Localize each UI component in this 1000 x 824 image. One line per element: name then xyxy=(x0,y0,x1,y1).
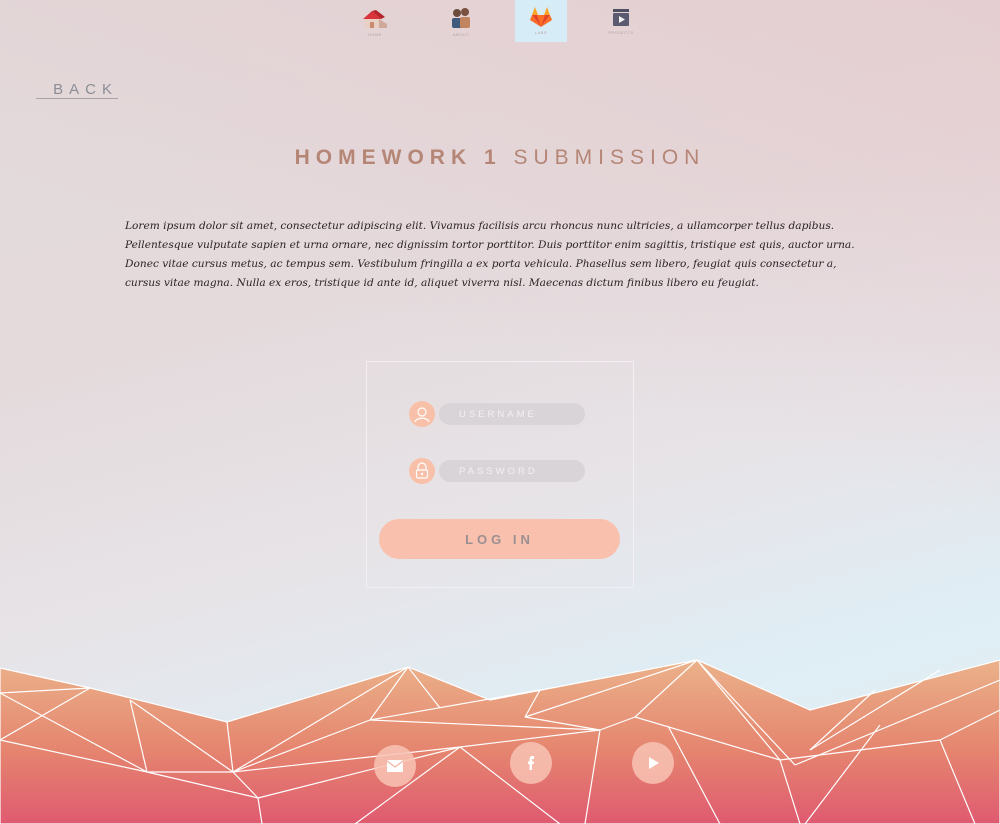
nav-label-home: Home xyxy=(368,32,382,37)
login-button[interactable]: LOG IN xyxy=(379,519,620,559)
mail-icon xyxy=(386,760,404,772)
nav-label-labs: Labs xyxy=(534,30,548,35)
facebook-icon xyxy=(528,756,534,770)
user-icon xyxy=(409,401,435,427)
mail-button[interactable] xyxy=(374,745,416,787)
nav-label-about: About xyxy=(452,32,470,37)
youtube-play-icon xyxy=(649,757,659,769)
password-input[interactable] xyxy=(439,460,585,482)
page-title: HOMEWORK 1 SUBMISSION xyxy=(0,146,1000,170)
people-icon xyxy=(452,8,470,28)
description-text: Lorem ipsum dolor sit amet, consectetur … xyxy=(125,217,885,293)
description-line: Pellentesque vulputate sapien et urna or… xyxy=(125,239,855,251)
gitlab-fox-icon xyxy=(530,7,552,27)
nav-item-home[interactable]: Home xyxy=(349,0,401,42)
page-title-part1: HOMEWORK 1 xyxy=(294,146,502,169)
description-line: Donec vitae cursus metus, ac tempus sem.… xyxy=(125,258,837,270)
youtube-button[interactable] xyxy=(632,742,674,784)
login-form: LOG IN xyxy=(366,361,634,588)
description-line: Lorem ipsum dolor sit amet, consectetur … xyxy=(125,220,835,232)
facebook-button[interactable] xyxy=(510,742,552,784)
lock-icon xyxy=(409,458,435,484)
top-nav: Home About Labs Projects xyxy=(345,0,665,44)
page-title-part2: SUBMISSION xyxy=(513,146,706,169)
nav-item-about[interactable]: About xyxy=(435,0,487,42)
nav-item-labs[interactable]: Labs xyxy=(515,0,567,42)
nav-item-projects[interactable]: Projects xyxy=(595,0,647,42)
mountain-footer-graphic xyxy=(0,659,1000,824)
username-input[interactable] xyxy=(439,403,585,425)
house-icon xyxy=(363,10,387,28)
video-play-icon xyxy=(613,9,629,26)
back-link[interactable]: BACK xyxy=(36,82,118,99)
description-line: cursus vitae magna. Nulla ex eros, trist… xyxy=(125,277,759,289)
nav-label-projects: Projects xyxy=(608,30,634,35)
